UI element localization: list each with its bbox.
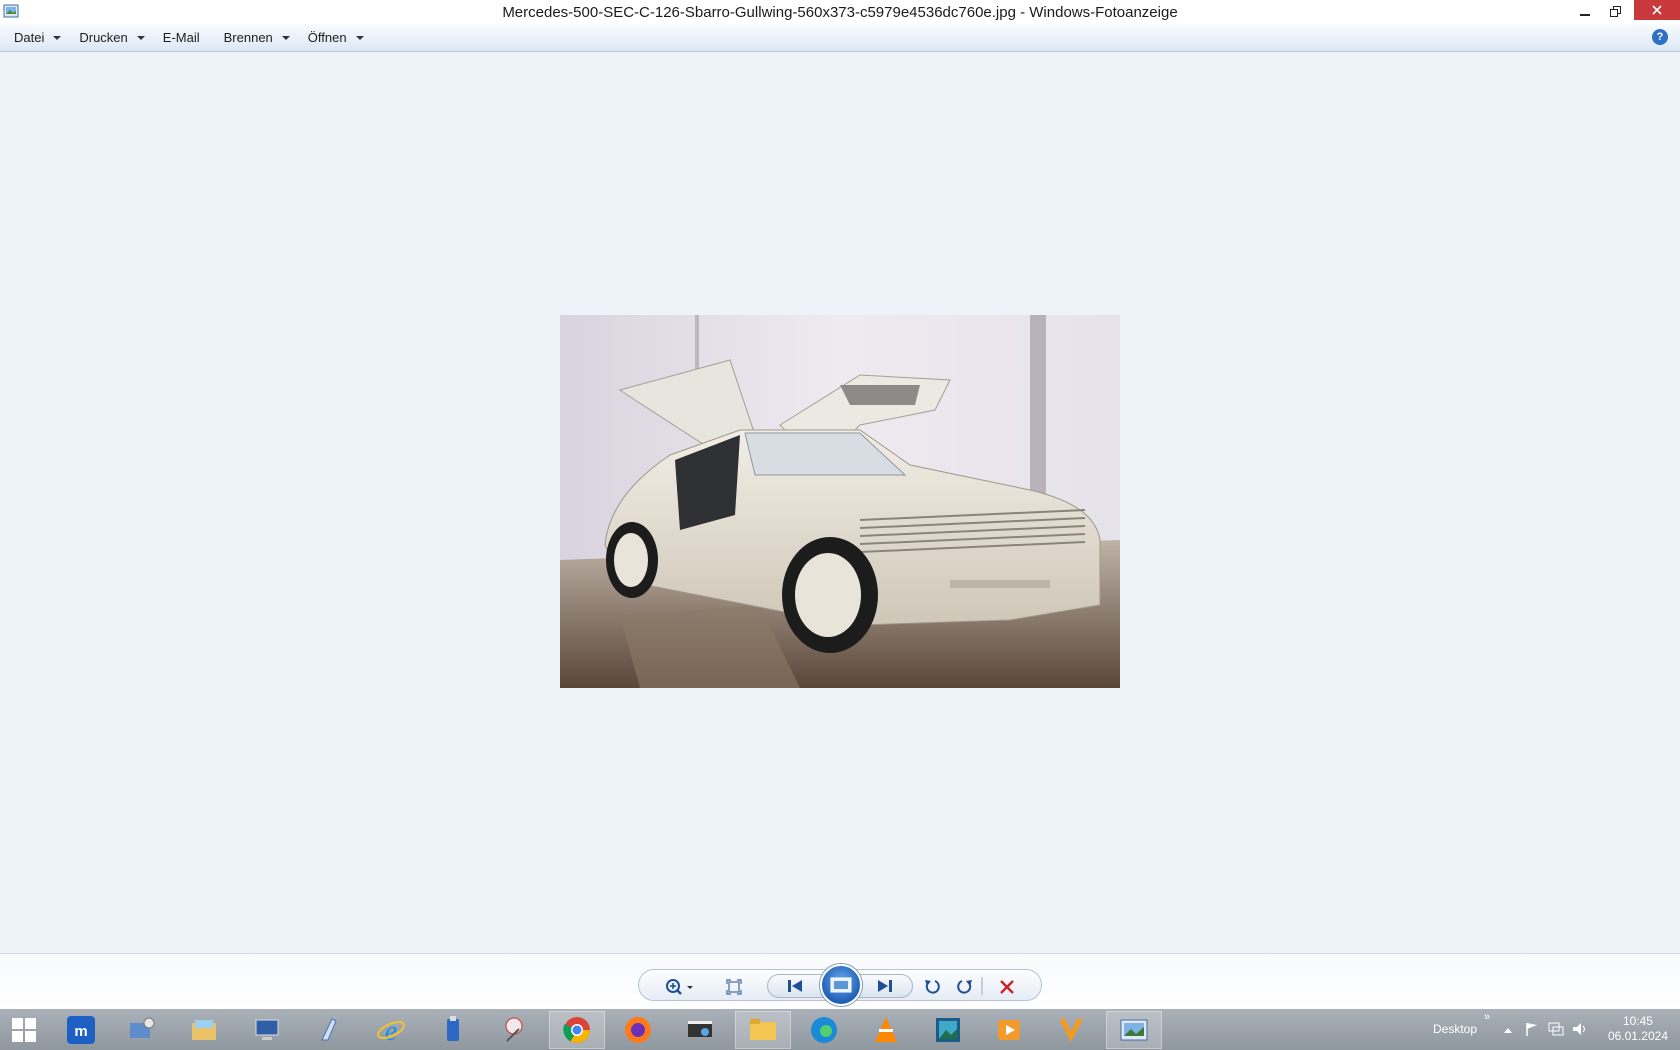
- delete-button[interactable]: [994, 977, 1020, 997]
- rotate-left-button[interactable]: [919, 977, 945, 997]
- dropdown-arrow-icon: [53, 35, 62, 40]
- cleaner-icon: [321, 1018, 337, 1041]
- taskbar-cleaner[interactable]: [305, 1011, 353, 1049]
- clock-time: 10:45: [1622, 1014, 1653, 1028]
- taskbar-computer[interactable]: [243, 1011, 291, 1049]
- photo-viewer-icon: [1120, 1019, 1148, 1041]
- actual-size-button[interactable]: [721, 977, 747, 997]
- taskbar-system-config[interactable]: [118, 1011, 166, 1049]
- photo-gallery-icon: [936, 1018, 960, 1042]
- menu-drucken-label: Drucken: [79, 30, 128, 45]
- internet-explorer-icon: e: [377, 1016, 405, 1045]
- menu-brennen-label: Brennen: [223, 30, 273, 45]
- taskbar-firefox[interactable]: [614, 1011, 662, 1049]
- photo-viewer-app-icon[interactable]: [3, 3, 19, 19]
- restore-icon: [1609, 5, 1621, 17]
- menu-bar: Datei Drucken E-Mail Brennen Öffnen: [0, 24, 1680, 52]
- taskbar-edge[interactable]: [800, 1011, 848, 1049]
- rotate-left-icon: [925, 980, 940, 994]
- separator: [981, 977, 983, 995]
- taskbar-scanner[interactable]: [676, 1011, 724, 1049]
- svg-text:e: e: [385, 1016, 397, 1045]
- title-bar: Mercedes-500-SEC-C-126-Sbarro-Gullwing-5…: [0, 0, 1680, 24]
- scanner-icon: [688, 1021, 712, 1037]
- clock-date: 06.01.2024: [1607, 1029, 1668, 1043]
- taskbar-vegas[interactable]: [1047, 1011, 1095, 1049]
- slideshow-icon: [830, 977, 852, 993]
- taskbar-usb-tool[interactable]: [429, 1011, 477, 1049]
- help-icon[interactable]: ?: [1652, 29, 1668, 45]
- window-title: Mercedes-500-SEC-C-126-Sbarro-Gullwing-5…: [502, 3, 1178, 21]
- taskbar-media-player[interactable]: [985, 1011, 1033, 1049]
- taskbar-photo-viewer[interactable]: [1106, 1011, 1162, 1049]
- taskbar-explorer[interactable]: [735, 1011, 791, 1049]
- vlc-icon: [875, 1017, 897, 1042]
- next-button[interactable]: [872, 976, 898, 996]
- taskbar-internet-explorer[interactable]: e: [367, 1011, 415, 1049]
- volume-icon[interactable]: [1571, 1021, 1589, 1037]
- firefox-icon: [625, 1017, 651, 1043]
- desktop-toolbar-label[interactable]: Desktop: [1433, 1022, 1477, 1036]
- taskbar-photo-gallery[interactable]: [924, 1011, 972, 1049]
- vegas-icon: [1059, 1019, 1083, 1042]
- slideshow-button[interactable]: [820, 964, 862, 1006]
- menu-datei-label: Datei: [14, 30, 45, 45]
- snipping-icon: [505, 1017, 523, 1042]
- previous-icon: [788, 980, 802, 992]
- delete-icon: [1000, 980, 1014, 994]
- menu-brennen[interactable]: Brennen: [218, 27, 298, 49]
- menu-email[interactable]: E-Mail: [157, 27, 214, 49]
- taskbar-vlc[interactable]: [862, 1011, 910, 1049]
- edge-icon: [811, 1017, 837, 1043]
- taskbar-maxthon[interactable]: m: [57, 1011, 105, 1049]
- menu-datei[interactable]: Datei: [8, 27, 69, 49]
- clock[interactable]: 10:45 06.01.2024: [1608, 1014, 1668, 1044]
- dropdown-arrow-icon: [136, 35, 145, 40]
- computer-icon: [255, 1019, 279, 1040]
- close-icon: [1652, 5, 1662, 15]
- menu-oeffnen[interactable]: Öffnen: [302, 27, 372, 49]
- system-config-icon: [130, 1017, 155, 1038]
- actual-size-icon: [726, 979, 742, 995]
- restore-button[interactable]: [1600, 0, 1630, 22]
- toolbar-expand-icon[interactable]: »: [1484, 1011, 1490, 1023]
- dropdown-arrow-icon: [281, 35, 290, 40]
- media-player-icon: [998, 1020, 1020, 1040]
- rotate-right-icon: [957, 980, 972, 994]
- menu-oeffnen-label: Öffnen: [307, 30, 347, 45]
- taskbar-file-manager[interactable]: [180, 1011, 228, 1049]
- rotate-right-button[interactable]: [952, 977, 978, 997]
- close-button[interactable]: [1634, 0, 1680, 20]
- viewer-control-bar: [0, 953, 1680, 1009]
- taskbar: m e Desktop » 10:45 06.01.2024: [0, 1009, 1680, 1050]
- zoom-icon: [666, 979, 693, 995]
- next-icon: [878, 980, 892, 992]
- svg-text:m: m: [74, 1023, 87, 1040]
- taskbar-snipping[interactable]: [490, 1011, 538, 1049]
- menu-email-label: E-Mail: [162, 30, 200, 45]
- chrome-icon: [563, 1017, 591, 1044]
- minimize-icon: [1580, 14, 1590, 16]
- action-center-flag-icon[interactable]: [1524, 1021, 1540, 1037]
- menu-drucken[interactable]: Drucken: [73, 27, 152, 49]
- previous-button[interactable]: [782, 976, 808, 996]
- tray-overflow-icon[interactable]: [1503, 1026, 1513, 1034]
- dropdown-arrow-icon: [355, 35, 364, 40]
- file-manager-icon: [192, 1020, 216, 1040]
- displayed-photo: [560, 315, 1120, 688]
- network-icon[interactable]: [1547, 1021, 1565, 1037]
- maxthon-icon: m: [67, 1016, 95, 1044]
- control-pill: [638, 964, 1042, 1006]
- folder-icon: [750, 1019, 776, 1040]
- windows-logo-icon: [12, 1018, 36, 1042]
- image-viewer-area: [0, 53, 1680, 953]
- minimize-button[interactable]: [1570, 0, 1600, 22]
- usb-tool-icon: [447, 1016, 459, 1041]
- taskbar-chrome[interactable]: [549, 1011, 605, 1049]
- zoom-button[interactable]: [663, 977, 703, 997]
- start-button[interactable]: [0, 1011, 48, 1049]
